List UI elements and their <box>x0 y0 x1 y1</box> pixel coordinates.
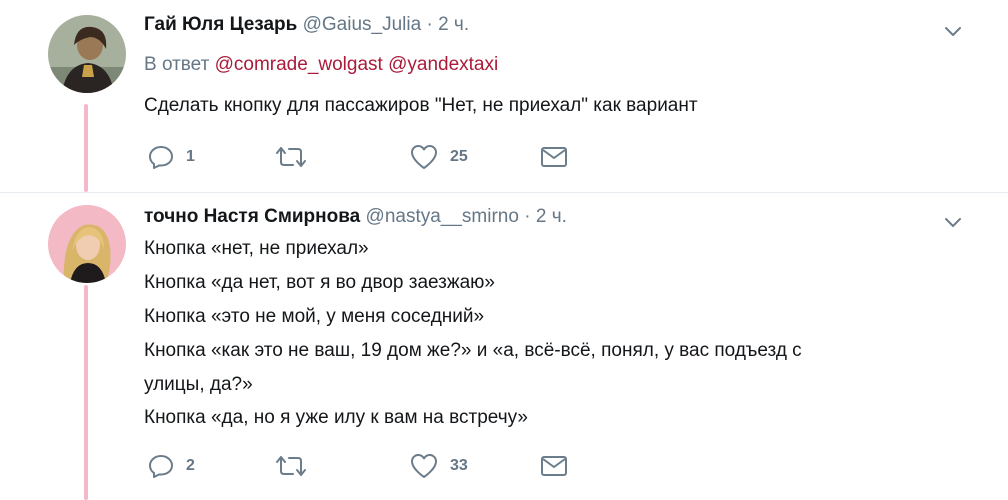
avatar[interactable] <box>48 15 126 93</box>
message-button[interactable] <box>540 142 568 172</box>
tweet-text-line: Кнопка «да нет, вот я во двор заезжаю» <box>144 272 495 293</box>
timestamp[interactable]: 2 ч. <box>536 206 567 227</box>
tweet-text-line: улицы, да?» <box>144 374 253 395</box>
reply-icon <box>149 146 173 169</box>
tweet-text-line: Кнопка «да, но я уже илу к вам на встреч… <box>144 407 528 428</box>
reply-prefix: В ответ <box>144 54 210 75</box>
tweet-text: Сделать кнопку для пассажиров "Нет, не п… <box>144 95 698 116</box>
like-count: 33 <box>450 457 468 474</box>
author-name[interactable]: точно Настя Смирнова <box>144 206 360 227</box>
chevron-down-icon[interactable] <box>942 211 964 233</box>
reply-count: 1 <box>186 148 195 165</box>
heart-icon <box>411 145 437 169</box>
author-name[interactable]: Гай Юля Цезарь <box>144 14 297 35</box>
like-count: 25 <box>450 148 468 165</box>
reply-icon <box>149 455 173 478</box>
tweet-actions: 2 33 <box>144 451 584 481</box>
reply-button[interactable]: 1 <box>148 142 195 172</box>
envelope-icon <box>541 456 567 476</box>
retweet-icon <box>276 456 306 476</box>
separator-dot: · <box>426 14 433 35</box>
tweet-text-line: Кнопка «как это не ваш, 19 дом же?» и «а… <box>144 340 802 361</box>
reply-context: В ответ @comrade_wolgast @yandextaxi <box>144 54 498 76</box>
tweet-header: точно Настя Смирнова @nastya__smirno · 2… <box>144 205 567 229</box>
tweet-text-line: Кнопка «нет, не приехал» <box>144 238 369 259</box>
message-button[interactable] <box>540 451 568 481</box>
separator-dot: · <box>524 206 531 227</box>
retweet-icon <box>276 147 306 167</box>
thread-line <box>84 285 88 500</box>
tweet[interactable]: точно Настя Смирнова @nastya__smirno · 2… <box>0 193 1008 500</box>
mention-link[interactable]: @yandextaxi <box>388 54 498 75</box>
envelope-icon <box>541 147 567 167</box>
heart-icon <box>411 454 437 478</box>
author-handle[interactable]: @nastya__smirno <box>366 206 519 227</box>
chevron-down-icon[interactable] <box>942 20 964 42</box>
author-handle[interactable]: @Gaius_Julia <box>303 14 422 35</box>
tweet-actions: 1 25 <box>144 142 584 172</box>
like-button[interactable]: 25 <box>410 142 468 172</box>
avatar[interactable] <box>48 205 126 283</box>
tweet-text-line: Кнопка «это не мой, у меня соседний» <box>144 306 485 327</box>
retweet-button[interactable] <box>274 451 320 481</box>
tweet[interactable]: Гай Юля Цезарь @Gaius_Julia · 2 ч. В отв… <box>0 0 1008 192</box>
like-button[interactable]: 33 <box>410 451 468 481</box>
thread-line <box>84 104 88 192</box>
reply-count: 2 <box>186 457 195 474</box>
retweet-button[interactable] <box>274 142 320 172</box>
mention-link[interactable]: @comrade_wolgast <box>215 54 383 75</box>
timestamp[interactable]: 2 ч. <box>438 14 469 35</box>
reply-button[interactable]: 2 <box>148 451 195 481</box>
tweet-header: Гай Юля Цезарь @Gaius_Julia · 2 ч. <box>144 13 469 37</box>
